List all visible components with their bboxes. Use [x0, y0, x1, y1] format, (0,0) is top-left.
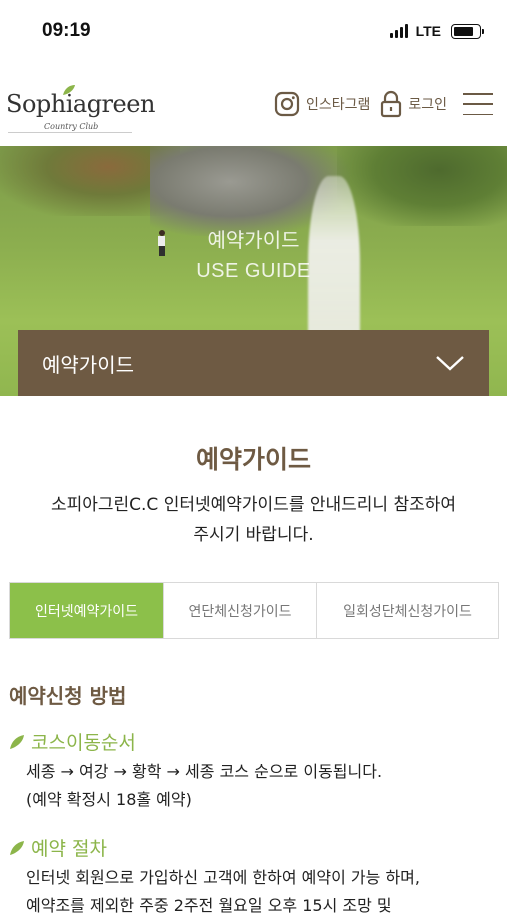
course-order-line-1: 세종 → 여강 → 황학 → 세종 코스 순으로 이동됩니다. — [26, 762, 383, 781]
site-header: Sophiagreen Country Club 인스타그램 로그인 — [0, 62, 507, 146]
tab-onetime-group[interactable]: 일회성단체신청가이드 — [317, 583, 498, 638]
procedure-line-2: 예약조를 제외한 주중 2주전 월요일 오후 15시 조망 및 — [26, 896, 392, 915]
procedure-heading: 예약 절차 — [9, 834, 107, 861]
hamburger-menu-icon[interactable] — [463, 93, 493, 115]
course-order-text: 세종 → 여강 → 황학 → 세종 코스 순으로 이동됩니다. (예약 확정시 … — [26, 758, 504, 814]
hero-trees-right — [337, 146, 507, 226]
status-indicators: LTE — [389, 23, 484, 39]
network-label: LTE — [415, 23, 441, 39]
header-actions: 인스타그램 로그인 — [264, 90, 493, 118]
procedure-line-1: 인터넷 회원으로 가입하신 고객에 한하여 예약이 가능 하며, — [26, 868, 420, 887]
page-title: 예약가이드 — [195, 445, 311, 474]
procedure-text: 인터넷 회원으로 가입하신 고객에 한하여 예약이 가능 하며, 예약조를 제외… — [26, 864, 504, 920]
leaf-icon — [10, 840, 24, 855]
leaf-icon — [10, 734, 24, 749]
status-time: 09:19 — [42, 20, 91, 41]
logo-underline — [8, 132, 132, 133]
instagram-link[interactable]: 인스타그램 — [274, 91, 370, 117]
instagram-icon — [274, 91, 300, 117]
status-bar: 09:19 LTE — [0, 0, 507, 62]
signal-icon — [389, 24, 408, 38]
sophiagreen-logo[interactable]: Sophiagreen Country Club — [6, 74, 155, 134]
login-label: 로그인 — [408, 97, 447, 113]
submenu-label: 예약가이드 — [42, 352, 134, 377]
course-order-title: 코스이동순서 — [31, 732, 136, 754]
section-title: 예약신청 방법 — [9, 684, 127, 708]
submenu-dropdown[interactable]: 예약가이드 — [18, 330, 489, 396]
hero-banner: 예약가이드 USE GUIDE 예약가이드 — [0, 146, 507, 396]
logo-wordmark: Sophiagreen — [6, 90, 155, 118]
tab-internet-reservation[interactable]: 인터넷예약가이드 — [10, 583, 164, 638]
course-order-line-2: (예약 확정시 18홀 예약) — [26, 790, 192, 809]
guide-tabs: 인터넷예약가이드 연단체신청가이드 일회성단체신청가이드 — [9, 582, 499, 639]
course-order-heading: 코스이동순서 — [9, 728, 136, 755]
battery-icon — [451, 23, 484, 39]
intro-line-2: 주시기 바랍니다. — [193, 525, 314, 545]
intro-line-1: 소피아그린C.C 인터넷예약가이드를 안내드리니 참조하여 — [50, 495, 457, 515]
tab-annual-group[interactable]: 연단체신청가이드 — [164, 583, 317, 638]
hero-title-en: USE GUIDE — [196, 260, 311, 282]
hero-title-ko: 예약가이드 — [207, 228, 300, 252]
chevron-down-icon — [436, 356, 464, 371]
instagram-label: 인스타그램 — [305, 97, 371, 113]
lock-icon — [381, 90, 402, 118]
logo-subtitle: Country Club — [44, 122, 99, 131]
intro-text: 소피아그린C.C 인터넷예약가이드를 안내드리니 참조하여 주시기 바랍니다. — [0, 490, 507, 550]
procedure-title: 예약 절차 — [31, 838, 107, 860]
login-link[interactable]: 로그인 — [380, 90, 447, 118]
